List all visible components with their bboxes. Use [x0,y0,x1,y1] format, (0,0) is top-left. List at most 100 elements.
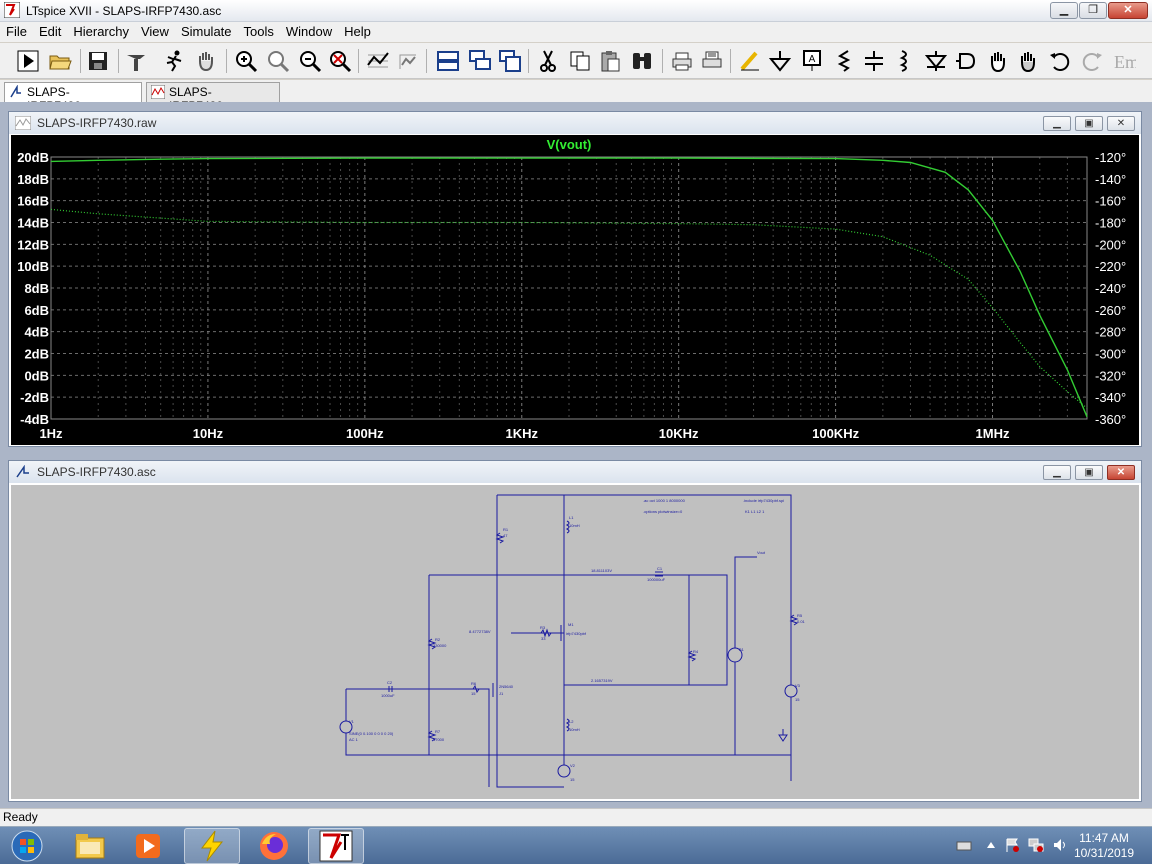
y-tick-label: -2dB [20,390,49,405]
schematic-minimize-button[interactable]: ▁ [1043,465,1071,480]
menu-window[interactable]: Window [280,22,338,42]
label-net-button[interactable]: A [798,47,826,75]
keyboard-icon[interactable] [956,839,972,853]
text-button[interactable]: Em [1110,47,1138,75]
restore-icon: ❐ [1088,4,1098,16]
cascade-button[interactable] [466,47,494,75]
undo-icon [1050,53,1070,71]
move-button[interactable] [984,47,1012,75]
cut-button[interactable] [534,47,562,75]
v3-name: V3 [795,683,801,688]
menu-view[interactable]: View [135,22,175,42]
paste-icon [601,51,620,72]
ac-directive: .ac oct 1000 1 8000000 [643,498,686,503]
taskbar-explorer[interactable] [62,828,118,864]
resistor-button[interactable] [830,47,858,75]
menu-help[interactable]: Help [338,22,377,42]
net-label-1: 18.811103V [591,568,612,573]
menu-simulate[interactable]: Simulate [175,22,238,42]
y-tick-label: 4dB [24,325,49,340]
menu-hierarchy[interactable]: Hierarchy [67,22,135,42]
print-button[interactable] [668,47,696,75]
net-label-3: 2.1657319V [591,678,613,683]
waveform-button[interactable] [394,47,422,75]
zoom-in-button[interactable] [232,47,260,75]
restore-button[interactable]: ❐ [1079,2,1107,19]
taskbar-lightning[interactable] [184,828,240,864]
volume-icon[interactable] [1052,837,1068,853]
schematic-canvas[interactable]: .ac oct 1000 1 8000000 .options plotwins… [11,485,1139,799]
c2-name: C2 [387,680,393,685]
tab-schematic[interactable]: SLAPS-IRFP7430.asc [4,82,142,113]
tile-vertical-button[interactable] [496,47,524,75]
taskbar-firefox[interactable] [246,828,302,864]
drag-button[interactable] [1014,47,1042,75]
waveform-icon [399,54,416,69]
find-button[interactable] [628,47,656,75]
print-setup-button[interactable] [698,47,726,75]
tray-expand-icon[interactable] [986,841,996,849]
bode-plot[interactable]: -4dB -2dB 0dB 2dB 4dB 6dB 8dB 10dB 12dB 14dB 16dB 1… [11,135,1139,445]
y2-tick-label: -140° [1095,172,1126,187]
capacitor-button[interactable] [860,47,888,75]
pan-button[interactable] [192,47,220,75]
action-center-icon[interactable] [1004,837,1020,853]
run-icon [17,50,39,72]
inductor-button[interactable] [890,47,918,75]
tile-horizontal-button[interactable] [434,47,462,75]
ground-button[interactable] [766,47,794,75]
y-tick-label: 18dB [17,172,49,187]
media-player-icon [136,834,160,858]
diode-button[interactable] [922,47,950,75]
schematic-drawing[interactable]: .ac oct 1000 1 8000000 .options plotwins… [11,485,1139,799]
r1-value: 47 [503,533,508,538]
waveform-restore-button[interactable]: ▣ [1075,116,1103,131]
save-button[interactable] [84,47,112,75]
tab-waveform[interactable]: SLAPS-IRFP7430.raw [146,82,280,113]
close-button[interactable]: ✕ [1108,2,1148,19]
schematic-icon [10,85,21,98]
waveform-window-title: SLAPS-IRFP7430.raw [37,116,157,130]
redo-button[interactable] [1078,47,1106,75]
restore-icon: ▣ [1084,118,1094,129]
autorange-button[interactable] [364,47,392,75]
wire-button[interactable] [736,47,764,75]
r4-name: R4 [693,649,699,654]
start-button[interactable] [2,828,52,864]
zoom-cancel-button[interactable] [326,47,354,75]
menu-edit[interactable]: Edit [33,22,67,42]
waveform-close-button[interactable]: ✕ [1107,116,1135,131]
y2-tick-label: -180° [1095,216,1126,231]
ltspice-icon [319,830,353,862]
schematic-restore-button[interactable]: ▣ [1075,465,1103,480]
schematic-close-button[interactable]: ✕ [1107,465,1135,480]
taskbar-ltspice[interactable] [308,828,364,864]
zoom-out-icon [300,51,322,73]
x-tick-label: 1Hz [39,426,63,441]
run-button[interactable] [14,47,42,75]
zoom-out-button[interactable] [296,47,324,75]
l1-value: 10mH [569,523,580,528]
open-button[interactable] [46,47,74,75]
chart-title: V(vout) [547,137,592,152]
waveform-plot[interactable]: -4dB -2dB 0dB 2dB 4dB 6dB 8dB 10dB 12dB 14dB 16dB 1… [11,135,1139,445]
taskbar-media-player[interactable] [120,828,176,864]
menu-tools[interactable]: Tools [238,22,280,42]
minimize-button[interactable]: ▁ [1050,2,1078,19]
waveform-minimize-button[interactable]: ▁ [1043,116,1071,131]
ltspice-app-icon[interactable] [4,2,20,18]
minimize-icon: ▁ [1053,467,1061,478]
copy-button[interactable] [566,47,594,75]
paste-button[interactable] [596,47,624,75]
label-net-icon: A [803,50,821,71]
control-panel-button[interactable] [122,47,150,75]
network-icon[interactable] [1028,837,1044,853]
y-tick-label: 2dB [24,347,49,362]
menu-file[interactable]: File [0,22,33,42]
halt-button[interactable] [160,47,188,75]
y-tick-label: 16dB [17,194,49,209]
zoom-full-button[interactable] [264,47,292,75]
component-button[interactable] [952,47,980,75]
undo-button[interactable] [1046,47,1074,75]
clock[interactable]: 11:47 AM 10/31/2019 [1074,831,1134,861]
